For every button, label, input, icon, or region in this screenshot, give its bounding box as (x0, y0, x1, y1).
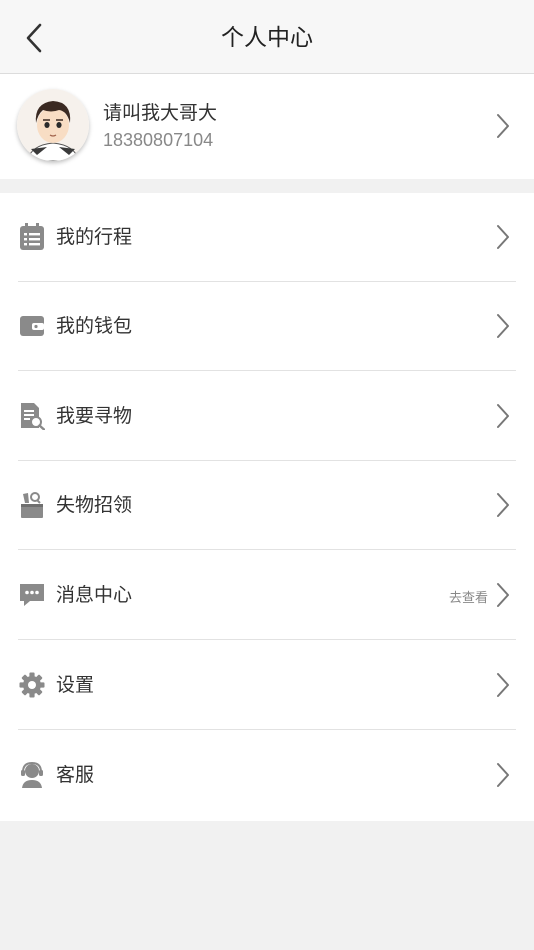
back-button[interactable] (14, 18, 54, 58)
chevron-right-icon (497, 493, 509, 517)
calendar-list-icon (18, 223, 46, 251)
chevron-right-icon (497, 404, 509, 428)
menu-item-search-lost[interactable]: 我要寻物 (0, 372, 534, 461)
headset-agent-icon (18, 761, 46, 789)
divider (18, 729, 516, 730)
menu-item-messages[interactable]: 消息中心 去查看 (0, 551, 534, 640)
user-name: 请叫我大哥大 (103, 102, 218, 124)
chevron-left-icon (26, 23, 42, 53)
menu-item-label: 我要寻物 (56, 405, 133, 427)
menu-item-label: 失物招领 (56, 494, 133, 516)
view-hint[interactable]: 去查看 (449, 587, 488, 606)
gear-icon (18, 671, 46, 699)
chevron-right-icon (497, 583, 509, 607)
menu-item-label: 我的行程 (56, 226, 133, 248)
top-bar: 个人中心 (0, 0, 534, 74)
menu-item-lost-found[interactable]: 失物招领 (0, 461, 534, 550)
menu-item-label: 消息中心 (56, 584, 133, 606)
menu-item-label: 客服 (56, 764, 95, 786)
chevron-right-icon (497, 114, 509, 138)
chevron-right-icon (497, 673, 509, 697)
menu-list: 我的行程 我的钱包 我要寻物 失物招领 消息中心 去查看 设置 客服 (0, 193, 534, 821)
chevron-right-icon (497, 314, 509, 338)
lost-found-box-icon (18, 491, 46, 519)
avatar (17, 89, 89, 161)
menu-item-customer-service[interactable]: 客服 (0, 731, 534, 820)
menu-item-label: 设置 (56, 674, 95, 696)
page-title: 个人中心 (221, 25, 313, 51)
menu-item-wallet[interactable]: 我的钱包 (0, 282, 534, 371)
divider (18, 639, 516, 640)
chat-bubble-icon (18, 581, 46, 609)
menu-item-settings[interactable]: 设置 (0, 641, 534, 730)
document-search-icon (18, 402, 46, 430)
profile-card[interactable]: 请叫我大哥大 18380807104 (0, 74, 534, 179)
menu-item-trips[interactable]: 我的行程 (0, 193, 534, 282)
divider (18, 549, 516, 550)
menu-item-label: 我的钱包 (56, 315, 133, 337)
wallet-icon (18, 312, 46, 340)
divider (18, 370, 516, 371)
chevron-right-icon (497, 763, 509, 787)
chevron-right-icon (497, 225, 509, 249)
user-phone: 18380807104 (103, 130, 214, 150)
